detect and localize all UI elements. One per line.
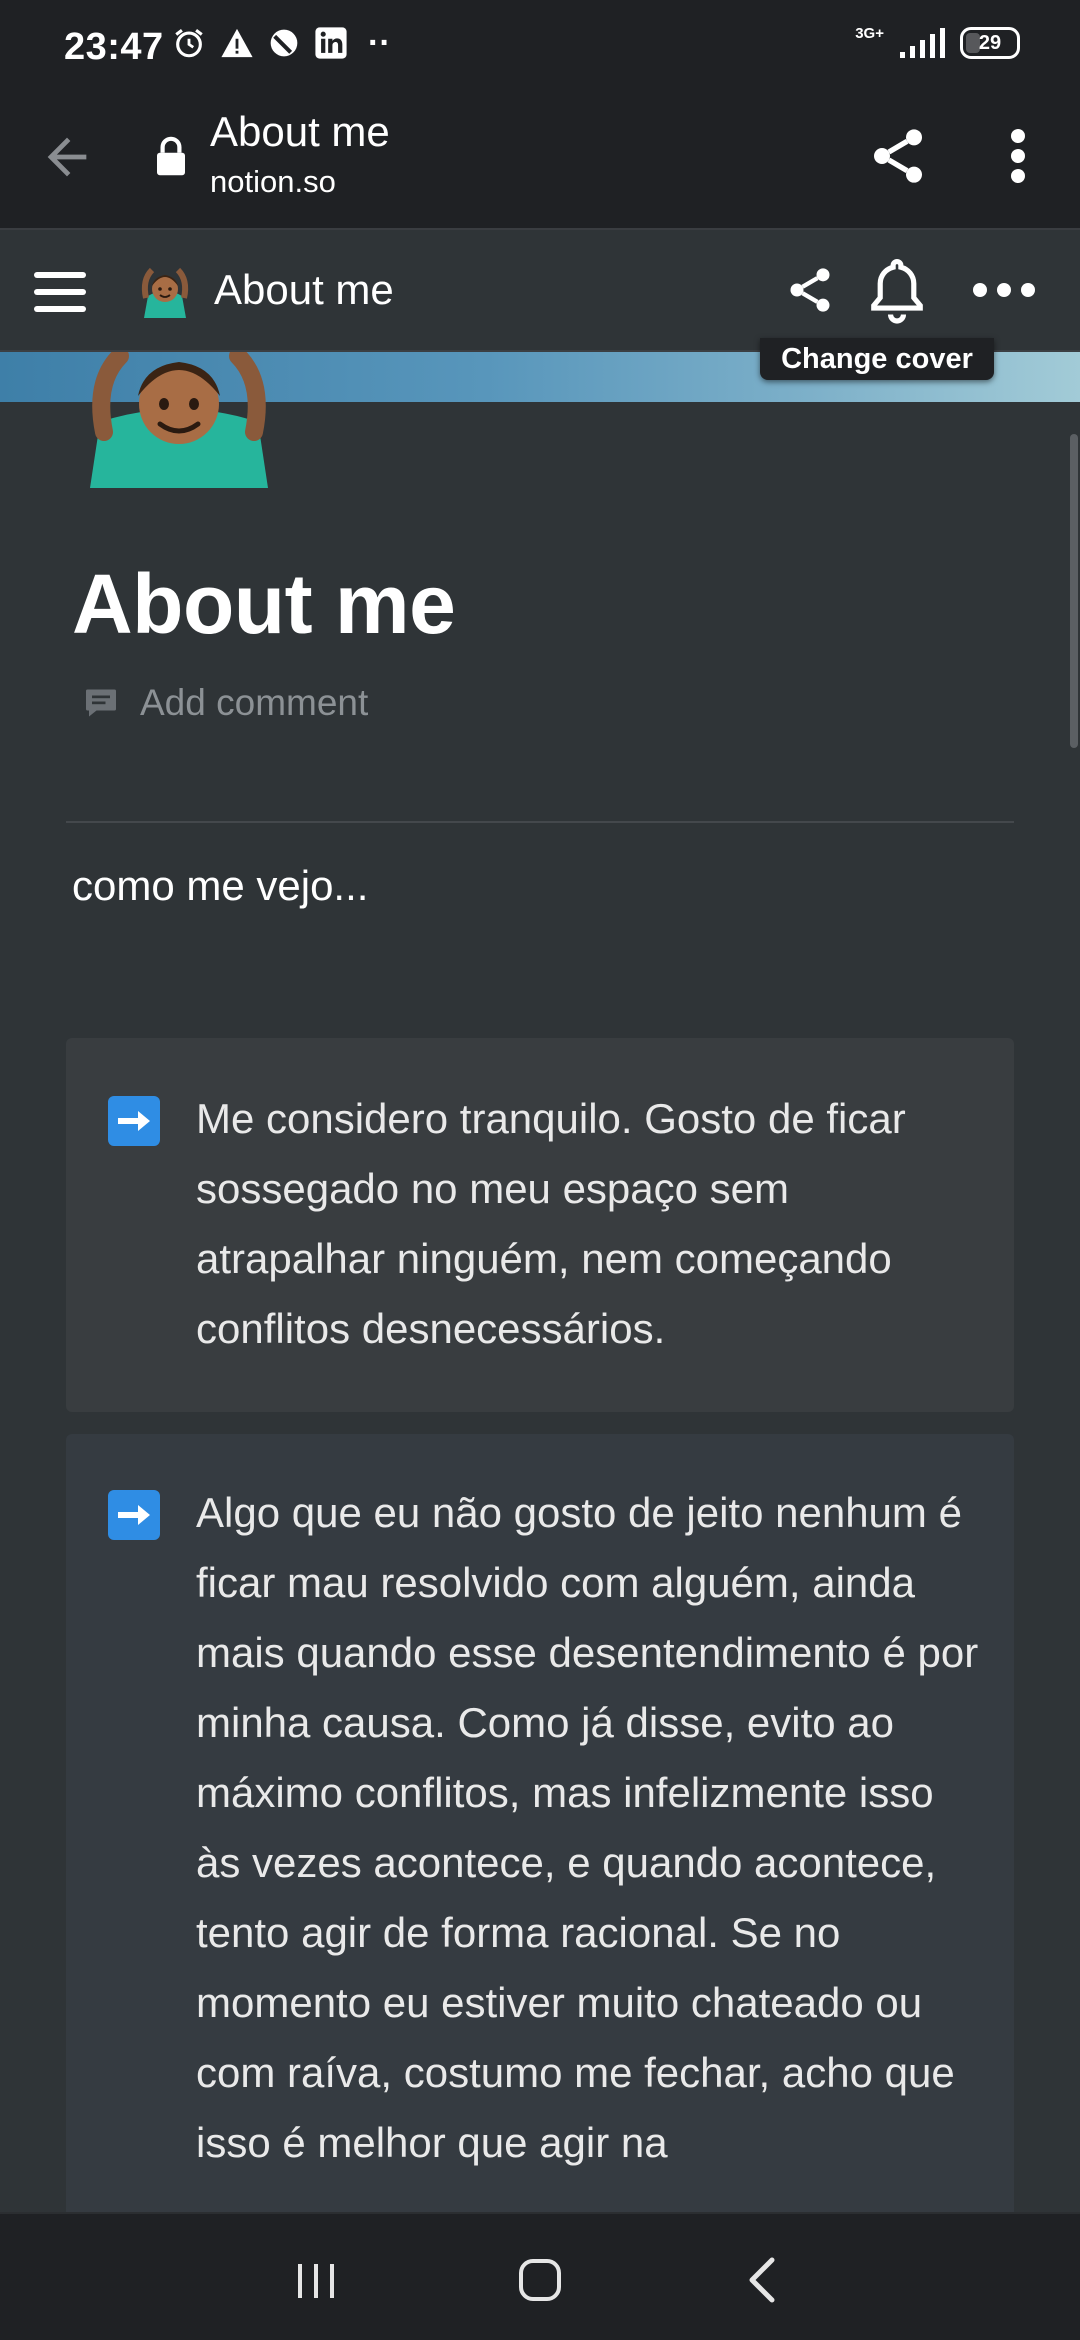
back-icon[interactable] — [744, 2256, 778, 2304]
recent-apps-icon[interactable] — [296, 2262, 336, 2300]
page-scrollbar[interactable] — [1070, 434, 1078, 748]
add-comment-label: Add comment — [140, 682, 369, 723]
battery-icon: 29 — [960, 27, 1020, 59]
network-type-label: 3G+ — [855, 24, 884, 42]
linkedin-icon — [315, 27, 347, 59]
do-not-disturb-icon — [270, 29, 298, 57]
tab-title[interactable]: About me — [210, 108, 390, 156]
notion-page-breadcrumb[interactable]: About me — [214, 266, 394, 314]
bell-icon[interactable] — [866, 256, 928, 324]
divider — [66, 821, 1014, 823]
warning-icon — [221, 28, 253, 58]
alarm-icon — [175, 29, 203, 58]
home-icon[interactable] — [518, 2258, 562, 2302]
intro-paragraph[interactable]: como me vejo... — [72, 862, 368, 910]
status-time: 23:47 — [64, 26, 164, 68]
add-comment-button[interactable]: Add comment — [82, 682, 368, 724]
status-more-dots: ·· — [368, 24, 391, 62]
battery-level: 29 — [978, 31, 1002, 54]
person-gesturing-ok-icon[interactable] — [138, 262, 192, 320]
status-system-icons: 3G+ 29 — [855, 24, 1020, 60]
callout-text[interactable]: Me considero tranquilo. Gosto de ficar s… — [196, 1084, 986, 1364]
share-icon[interactable] — [866, 124, 930, 188]
status-bar: 23:47 ·· 3G+ 29 — [0, 0, 1080, 92]
page-title[interactable]: About me — [72, 556, 456, 653]
more-horiz-icon[interactable] — [972, 262, 1036, 318]
menu-icon[interactable] — [34, 270, 86, 314]
change-cover-button[interactable]: Change cover — [760, 338, 994, 380]
callout-block[interactable]: Me considero tranquilo. Gosto de ficar s… — [66, 1038, 1014, 1412]
system-nav-bar — [0, 2212, 1080, 2340]
browser-toolbar: About me notion.so — [0, 92, 1080, 230]
lock-icon[interactable] — [154, 136, 188, 178]
signal-icon — [900, 28, 945, 58]
notion-topbar: About me — [0, 232, 1080, 352]
more-vert-icon[interactable] — [998, 124, 1038, 188]
share-icon[interactable] — [784, 262, 836, 318]
comment-icon — [86, 689, 116, 717]
page-icon-emoji[interactable] — [86, 352, 272, 488]
right-arrow-emoji-icon[interactable] — [108, 1096, 160, 1146]
back-arrow-icon[interactable] — [38, 128, 96, 186]
tab-domain[interactable]: notion.so — [210, 164, 336, 200]
callout-text[interactable]: Algo que eu não gosto de jeito nenhum é … — [196, 1478, 986, 2178]
callout-block[interactable]: Algo que eu não gosto de jeito nenhum é … — [66, 1434, 1014, 2340]
status-notification-icons: ·· — [172, 26, 391, 60]
right-arrow-emoji-icon[interactable] — [108, 1490, 160, 1540]
